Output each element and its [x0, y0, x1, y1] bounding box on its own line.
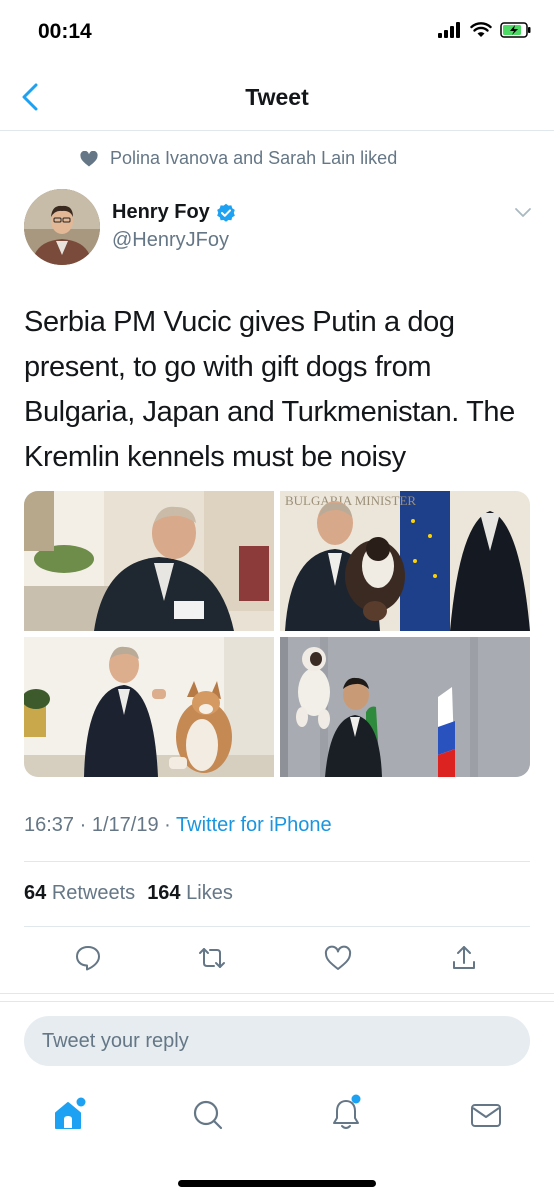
notifications-icon: [333, 1094, 361, 1129]
tweet-stats: 64 Retweets 164 Likes: [24, 882, 233, 905]
author-handle[interactable]: @HenryJFoy: [112, 229, 229, 252]
nav-bar: Tweet: [0, 64, 554, 131]
author-name-label: Henry Foy: [112, 201, 210, 223]
tab-notifications[interactable]: [324, 1091, 368, 1135]
status-time: 00:14: [38, 20, 92, 43]
tweet-image-1[interactable]: [24, 491, 274, 631]
tweet-meta: 16:37 · 1/17/19 · Twitter for iPhone: [24, 814, 332, 837]
retweets-stat[interactable]: 64 Retweets: [24, 882, 135, 905]
retweet-icon: [199, 948, 225, 968]
tweet-image-2[interactable]: BULGARIA MINISTER: [280, 491, 530, 631]
divider: [0, 1001, 554, 1002]
wifi-icon: [470, 22, 492, 37]
image-putin-indoors: [24, 491, 274, 631]
image-putin-akita: [24, 637, 274, 777]
home-indicator: [178, 1180, 376, 1187]
verified-badge-icon: [217, 203, 235, 222]
media-grid: BULGARIA MINISTER: [24, 491, 530, 777]
share-button[interactable]: [444, 938, 484, 978]
divider: [24, 861, 530, 862]
tweet-time: 16:37: [24, 814, 75, 836]
page-title: Tweet: [245, 84, 309, 110]
reply-box[interactable]: [24, 1016, 530, 1066]
author-name[interactable]: Henry Foy: [112, 201, 236, 224]
likes-label: Likes: [186, 882, 233, 904]
reply-button[interactable]: [68, 938, 108, 978]
image-sign-text: BULGARIA MINISTER: [285, 493, 416, 508]
tab-search[interactable]: [186, 1093, 230, 1137]
messages-icon: [471, 1104, 501, 1127]
like-button[interactable]: [318, 938, 358, 978]
status-icons: [438, 22, 532, 38]
tweet-image-3[interactable]: [24, 637, 274, 777]
signal-icon: [438, 22, 460, 38]
reply-input[interactable]: [42, 1029, 512, 1053]
like-icon: [324, 945, 352, 970]
status-bar: 00:14: [0, 0, 554, 64]
home-icon: [55, 1097, 86, 1129]
likes-stat[interactable]: 164 Likes: [147, 882, 233, 905]
social-context-label: Polina Ivanova and Sarah Lain liked: [110, 148, 398, 168]
search-icon: [193, 1100, 223, 1130]
retweets-label: Retweets: [51, 882, 136, 904]
avatar[interactable]: [24, 189, 100, 265]
tab-messages[interactable]: [464, 1093, 508, 1137]
heart-filled-icon: [80, 150, 98, 166]
divider: [0, 993, 554, 994]
divider: [24, 926, 530, 927]
share-icon: [453, 946, 475, 969]
tweet-image-4[interactable]: [280, 637, 530, 777]
likes-count: 164: [147, 882, 181, 904]
tab-bar: [0, 1084, 554, 1144]
battery-icon: [500, 22, 531, 38]
retweet-button[interactable]: [192, 938, 232, 978]
tweet-source-link[interactable]: Twitter for iPhone: [176, 814, 332, 836]
tweet-actions: [0, 938, 554, 982]
social-context: Polina Ivanova and Sarah Lain liked: [80, 148, 397, 169]
avatar-photo: [24, 189, 100, 265]
image-turkmen-puppy: [280, 637, 530, 777]
tweet-date: 1/17/19: [91, 814, 159, 836]
image-putin-bulgaria-puppy: BULGARIA MINISTER: [280, 491, 530, 631]
retweets-count: 64: [24, 882, 47, 904]
tab-home[interactable]: [46, 1093, 90, 1137]
chevron-down-icon: [515, 208, 531, 217]
tweet-text: Serbia PM Vucic gives Putin a dog presen…: [24, 306, 515, 473]
meta-separator-2: ·: [164, 814, 171, 836]
tweet-menu-button[interactable]: [514, 206, 532, 224]
meta-separator-1: ·: [79, 814, 87, 836]
reply-icon: [76, 946, 100, 971]
